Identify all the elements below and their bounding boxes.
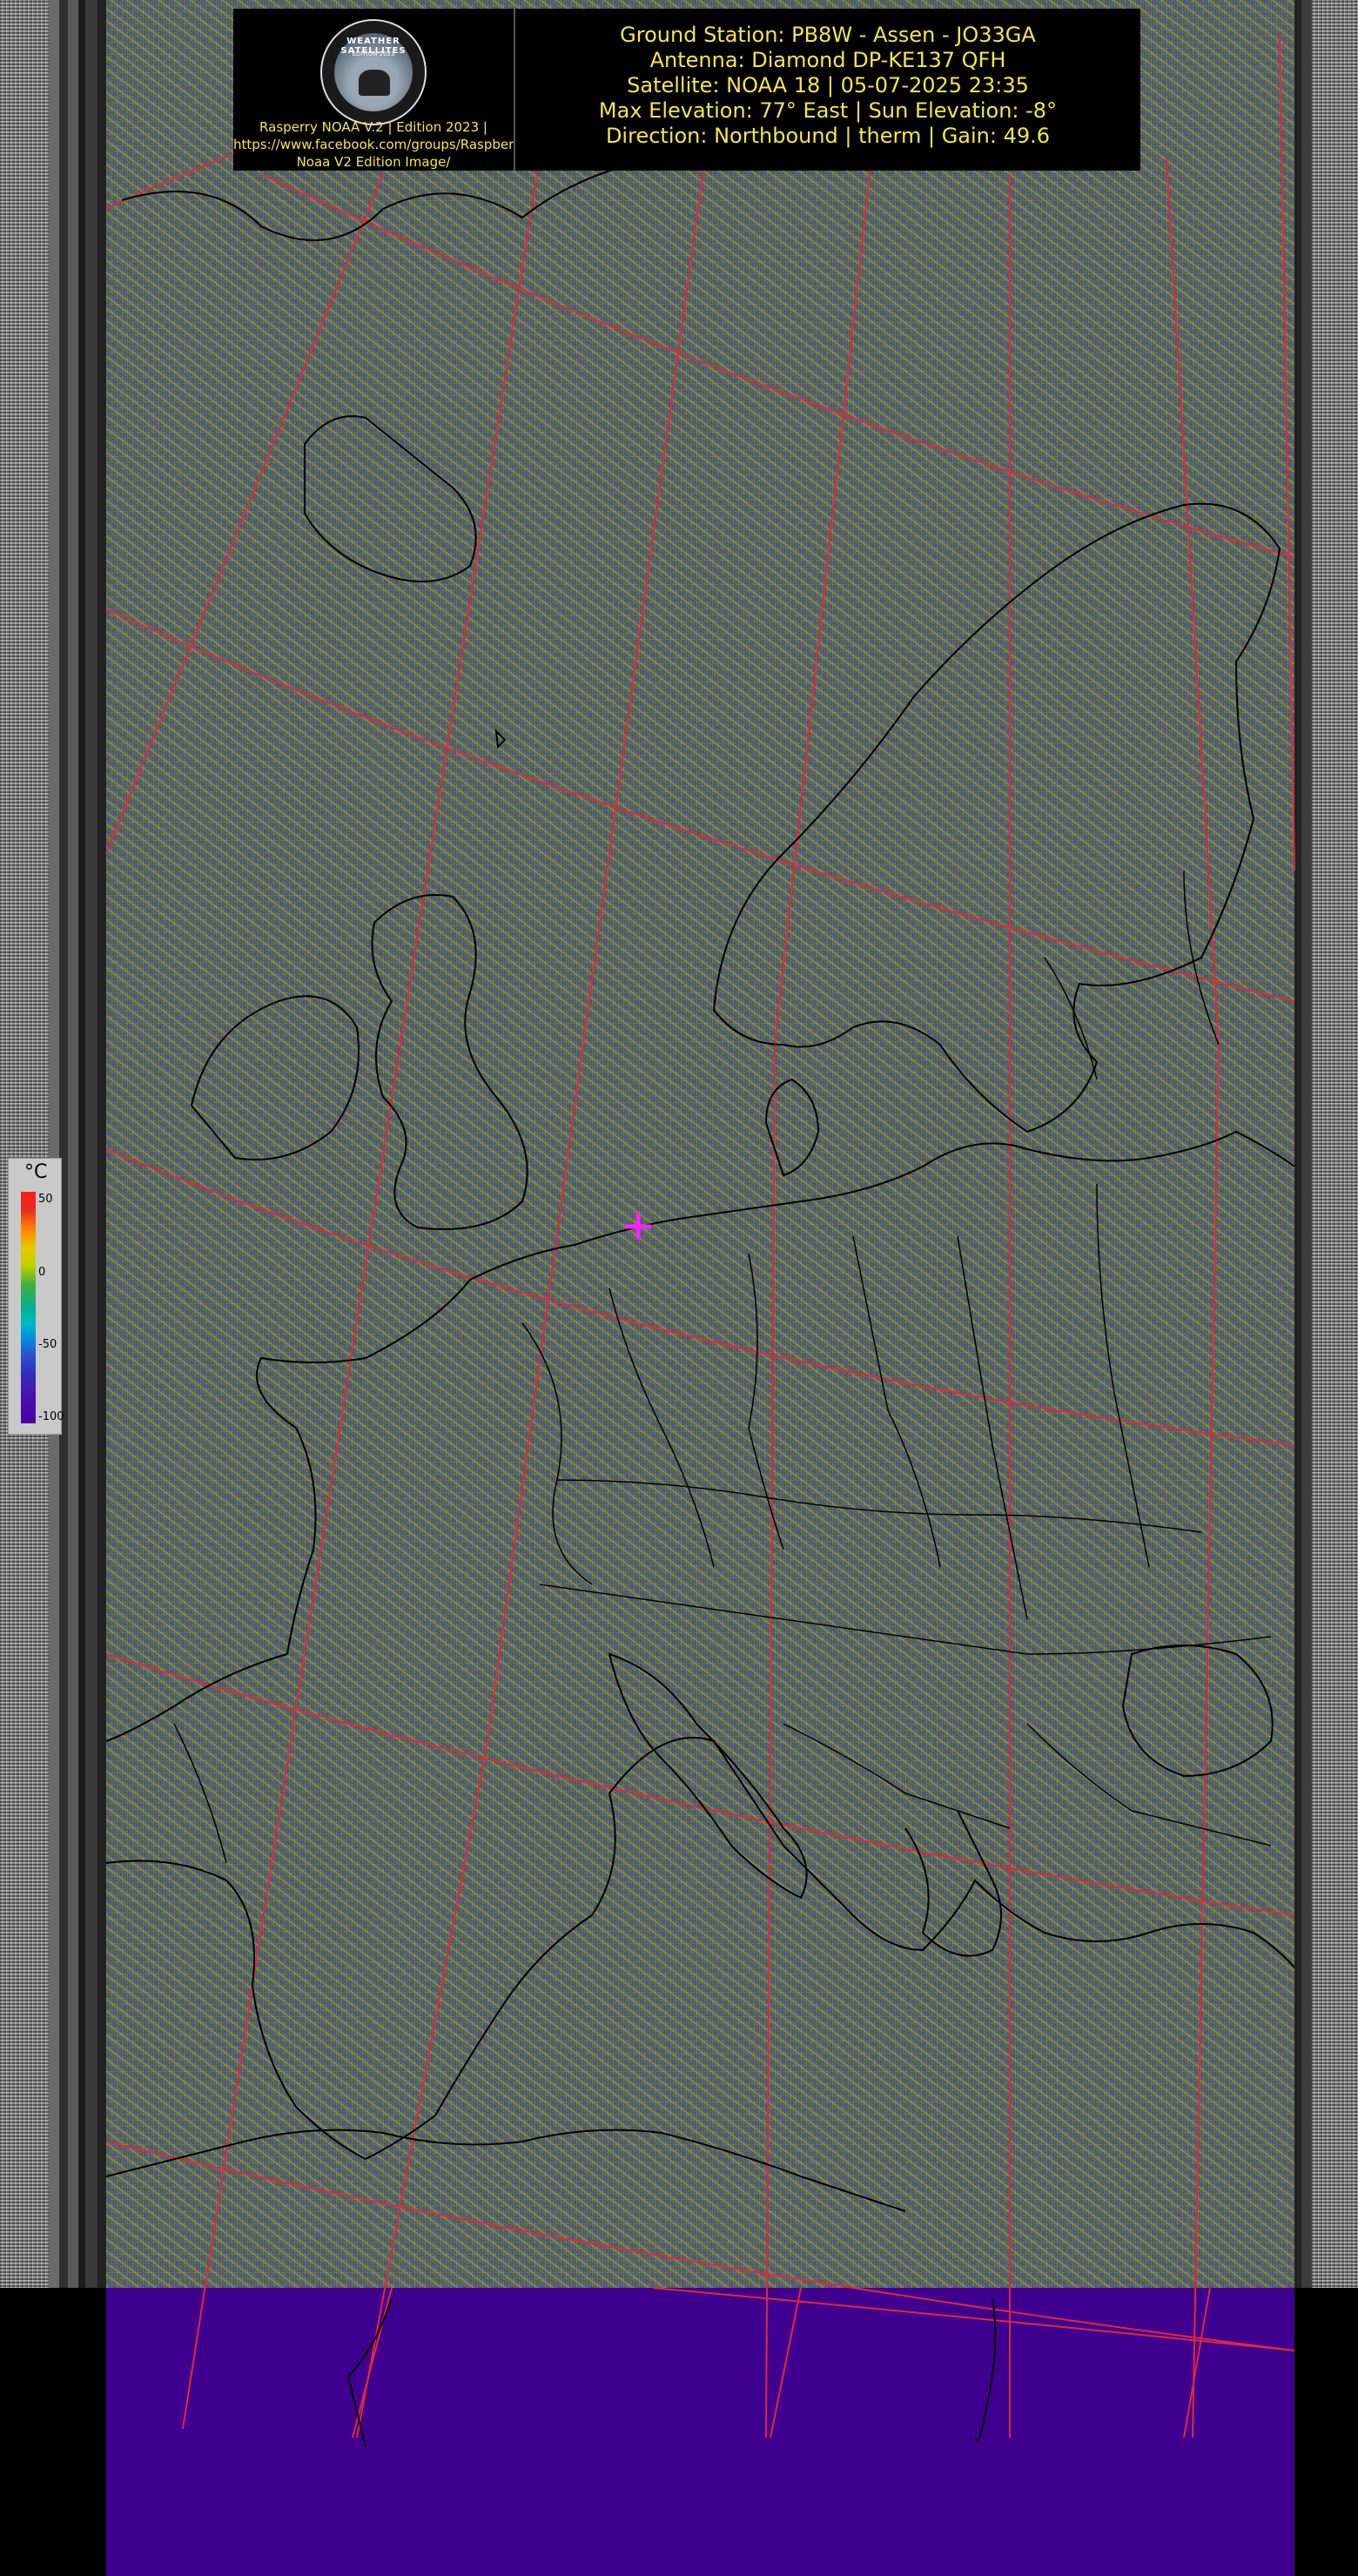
scale-unit: °C [24, 1161, 48, 1183]
latitude-line [105, 609, 1295, 1002]
header-info-left: WEATHER SATELLITES EDITION 2023 Rasperry… [233, 9, 528, 171]
border-line [748, 1253, 784, 1550]
border-line [1026, 1723, 1272, 1846]
coastline-italy [608, 1652, 808, 1900]
coastline-greenland [121, 165, 628, 241]
border-line [608, 1288, 715, 1568]
longitude-line [1279, 34, 1295, 871]
longitude-line [765, 165, 871, 2438]
coastlines-lower [346, 2297, 997, 2447]
dish-icon [359, 70, 390, 96]
coastline-france [256, 1279, 471, 1655]
elevation-line: Max Elevation: 77° East | Sun Elevation:… [598, 98, 1058, 123]
coastline-iceland [304, 415, 477, 582]
latitude-line [652, 2287, 1295, 2351]
image-caption: Noaa V2 Edition Image/ [296, 154, 451, 170]
border-line [173, 1723, 227, 1864]
direction-line: Direction: Northbound | therm | Gain: 49… [605, 124, 1051, 148]
coastline-continent [469, 1130, 1295, 1281]
border-line [521, 1322, 593, 1585]
coastline-greece [904, 1810, 1002, 1957]
latitude-line [260, 173, 1295, 558]
border-line [539, 1584, 1272, 1655]
logo-subtext: EDITION 2023 [352, 50, 395, 57]
longitude-line [1183, 2287, 1211, 2438]
scale-tick: 0 [38, 1266, 46, 1279]
border-line [852, 1235, 941, 1568]
antenna-line: Antenna: Diamond DP-KE137 QFH [649, 48, 1006, 72]
scale-tick: -50 [38, 1338, 57, 1351]
coastline-black-sea [1121, 1644, 1274, 1778]
longitude-line [356, 156, 706, 2438]
border-line [957, 1235, 1028, 1620]
longitude-line [1166, 156, 1220, 2438]
graticule [105, 34, 1295, 2438]
scale-color-bar [21, 1192, 36, 1423]
border-line [556, 1479, 1202, 1533]
coastline-faroe [494, 729, 507, 750]
coastlines [105, 165, 1295, 2212]
border-line [1096, 1183, 1150, 1568]
temperature-scale: °C 50 0 -50 -100 [8, 1158, 64, 1435]
longitude-line [770, 2287, 802, 2438]
longitude-line [182, 156, 541, 2430]
coastline-ireland [190, 995, 360, 1160]
coastline-great-britain [371, 894, 528, 1230]
latitude-line [105, 2141, 1295, 2351]
scale-tick: -100 [38, 1410, 64, 1423]
coastline-africa [105, 2129, 906, 2212]
edition-line: Rasperry NOAA V.2 | Edition 2023 | [259, 119, 487, 135]
graticule-lower [352, 2287, 1295, 2438]
ground-station-line: Ground Station: PB8W - Assen - JO33GA [620, 23, 1036, 47]
satellite-line: Satellite: NOAA 18 | 05-07-2025 23:35 [627, 73, 1029, 98]
satellite-dish-logo: WEATHER SATELLITES EDITION 2023 [320, 19, 427, 125]
header-info-right: Ground Station: PB8W - Assen - JO33GA An… [515, 9, 1140, 171]
map-overlay [105, 34, 1295, 2447]
border-line [1044, 957, 1098, 1080]
facebook-url: https://www.facebook.com/groups/Raspberr… [233, 137, 528, 152]
coastline-mediterranean [434, 1737, 1295, 2116]
longitude-line [105, 173, 384, 854]
coastline-iberia [105, 1653, 436, 2161]
plus-marker-icon [625, 1214, 651, 1240]
scale-tick: 50 [38, 1193, 53, 1206]
border-line [783, 1723, 1011, 1829]
